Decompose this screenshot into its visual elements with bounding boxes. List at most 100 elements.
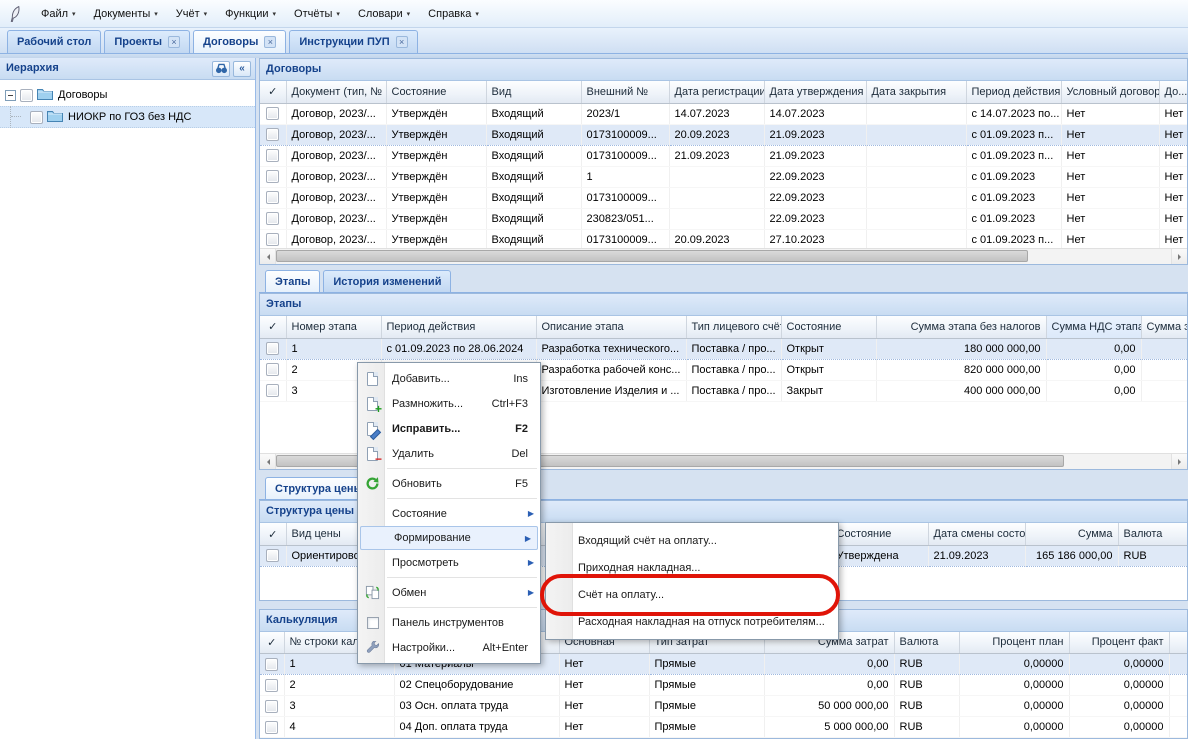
menu-item-add[interactable]: Добавить...Ins <box>358 366 540 391</box>
tab-3[interactable]: Инструкции ПУП× <box>289 30 417 53</box>
scroll-left-button[interactable] <box>260 454 276 469</box>
column-header[interactable]: Дата регистрации. <box>669 81 764 103</box>
column-header[interactable]: Состояние <box>386 81 486 103</box>
column-header[interactable]: Сумма <box>1025 523 1118 545</box>
collapse-panel-icon[interactable]: « <box>233 61 251 77</box>
search-icon[interactable] <box>212 61 230 77</box>
row-checkbox[interactable] <box>266 149 279 162</box>
column-header[interactable]: Валюта <box>1118 523 1187 545</box>
menu-item-state[interactable]: Состояние▶ <box>358 501 540 526</box>
row-checkbox[interactable] <box>265 658 278 671</box>
select-all-header[interactable]: ✓ <box>260 81 286 103</box>
row-checkbox[interactable] <box>266 128 279 141</box>
column-header[interactable]: Описание этапа <box>536 316 686 338</box>
column-header[interactable]: Вид <box>486 81 581 103</box>
table-row[interactable]: Договор, 2023/...УтверждёнВходящий017310… <box>260 145 1187 166</box>
table-row[interactable]: 1с 01.09.2023 по 28.06.2024Разработка те… <box>260 338 1187 359</box>
menubar-item-0[interactable]: Файл▾ <box>32 5 85 23</box>
table-row[interactable]: Договор, 2023/...УтверждёнВходящий017310… <box>260 229 1187 248</box>
table-row[interactable]: Договор, 2023/...УтверждёнВходящий017310… <box>260 124 1187 145</box>
row-checkbox[interactable] <box>266 191 279 204</box>
menubar-item-6[interactable]: Справка▾ <box>419 5 488 23</box>
menu-item-exchange[interactable]: Обмен▶ <box>358 580 540 605</box>
tree-node-checkbox[interactable] <box>20 89 33 102</box>
menu-item-edit[interactable]: Исправить...F2 <box>358 416 540 441</box>
column-header[interactable]: Дата утверждения <box>764 81 866 103</box>
menu-item-duplicate[interactable]: Размножить...Ctrl+F3 <box>358 391 540 416</box>
column-header[interactable]: Номер этапа <box>286 316 381 338</box>
tab-0[interactable]: Рабочий стол <box>7 30 101 53</box>
scroll-left-button[interactable] <box>260 249 276 264</box>
column-header[interactable]: Процент план <box>959 632 1069 654</box>
scroll-thumb[interactable] <box>276 250 1028 262</box>
tab-1[interactable]: История изменений <box>323 270 451 292</box>
column-header[interactable]: До... <box>1159 81 1187 103</box>
tree-node-checkbox[interactable] <box>30 111 43 124</box>
column-header[interactable]: Состояние <box>781 316 876 338</box>
menu-item-delete[interactable]: УдалитьDel <box>358 441 540 466</box>
table-row[interactable]: 404 Доп. оплата трудаНетПрямые5 000 000,… <box>260 717 1187 738</box>
submenu-item-incoming-invoice[interactable]: Входящий счёт на оплату... <box>546 527 838 554</box>
table-row[interactable]: Договор, 2023/...УтверждёнВходящий017310… <box>260 187 1187 208</box>
menubar-item-5[interactable]: Словари▾ <box>349 5 419 23</box>
row-checkbox[interactable] <box>266 107 279 120</box>
row-checkbox[interactable] <box>265 721 278 734</box>
close-tab-icon[interactable]: × <box>168 36 180 48</box>
column-header[interactable]: Документ (тип, № <box>286 81 386 103</box>
horizontal-scrollbar[interactable] <box>260 248 1187 264</box>
menubar-item-2[interactable]: Учёт▾ <box>167 5 216 23</box>
submenu-item-outgoing-note[interactable]: Расходная накладная на отпуск потребител… <box>546 608 838 635</box>
column-header[interactable]: Условный договор <box>1061 81 1159 103</box>
select-all-header[interactable]: ✓ <box>260 316 286 338</box>
column-header[interactable]: Дата закрытия <box>866 81 966 103</box>
tab-0[interactable]: Этапы <box>265 270 320 292</box>
menu-item-settings[interactable]: Настройки...Alt+Enter <box>358 635 540 660</box>
menubar-item-3[interactable]: Функции▾ <box>216 5 285 23</box>
column-header[interactable]: Дата смены состоя <box>928 523 1025 545</box>
tab-2[interactable]: Договоры× <box>193 30 286 53</box>
row-checkbox[interactable] <box>265 700 278 713</box>
menu-item-generate[interactable]: Формирование▶ <box>360 526 538 550</box>
row-checkbox[interactable] <box>266 384 279 397</box>
column-header[interactable]: Состояние <box>831 523 928 545</box>
table-row[interactable]: Договор, 2023/...УтверждёнВходящий230823… <box>260 208 1187 229</box>
row-checkbox[interactable] <box>266 342 279 355</box>
row-checkbox[interactable] <box>265 679 278 692</box>
submenu-item-receipt-note[interactable]: Приходная накладная... <box>546 554 838 581</box>
column-header[interactable]: Валюта <box>894 632 959 654</box>
scroll-track[interactable] <box>276 249 1171 264</box>
scroll-right-button[interactable] <box>1171 454 1187 469</box>
select-all-header[interactable]: ✓ <box>260 523 286 545</box>
tab-1[interactable]: Проекты× <box>104 30 190 53</box>
row-checkbox[interactable] <box>266 363 279 376</box>
submenu-item-payment-invoice[interactable]: Счёт на оплату... <box>546 581 838 608</box>
column-header[interactable]: Сумма НДС этапа <box>1046 316 1141 338</box>
column-header[interactable]: Тип лицевого счёт <box>686 316 781 338</box>
menubar-item-4[interactable]: Отчёты▾ <box>285 5 349 23</box>
column-header[interactable]: Период действия.. <box>966 81 1061 103</box>
select-all-header[interactable]: ✓ <box>260 632 284 654</box>
table-row[interactable]: Договор, 2023/...УтверждёнВходящий2023/1… <box>260 103 1187 124</box>
column-header[interactable]: Период действия <box>381 316 536 338</box>
collapse-node-icon[interactable] <box>5 90 16 101</box>
menu-item-toolbar-panel[interactable]: Панель инструментов <box>358 610 540 635</box>
row-checkbox[interactable] <box>266 212 279 225</box>
tree-node[interactable]: Договоры <box>0 84 255 106</box>
menubar-item-1[interactable]: Документы▾ <box>85 5 167 23</box>
menu-item-view[interactable]: Просмотреть▶ <box>358 550 540 575</box>
table-row[interactable]: Договор, 2023/...УтверждёнВходящий122.09… <box>260 166 1187 187</box>
row-checkbox[interactable] <box>266 233 279 246</box>
scroll-right-button[interactable] <box>1171 249 1187 264</box>
row-checkbox[interactable] <box>266 549 279 562</box>
column-header[interactable]: Сумма этапа без налогов <box>876 316 1046 338</box>
column-header[interactable]: Процент факт <box>1069 632 1169 654</box>
column-header[interactable]: Внешний № <box>581 81 669 103</box>
menu-item-refresh[interactable]: ОбновитьF5 <box>358 471 540 496</box>
column-header[interactable] <box>1169 632 1187 654</box>
tree-node[interactable]: НИОКР по ГОЗ без НДС <box>0 106 255 128</box>
table-row[interactable]: 303 Осн. оплата трудаНетПрямые50 000 000… <box>260 696 1187 717</box>
table-row[interactable]: 202 СпецоборудованиеНетПрямые0,00RUB0,00… <box>260 675 1187 696</box>
column-header[interactable]: Сумма эт... <box>1141 316 1187 338</box>
close-tab-icon[interactable]: × <box>264 36 276 48</box>
row-checkbox[interactable] <box>266 170 279 183</box>
